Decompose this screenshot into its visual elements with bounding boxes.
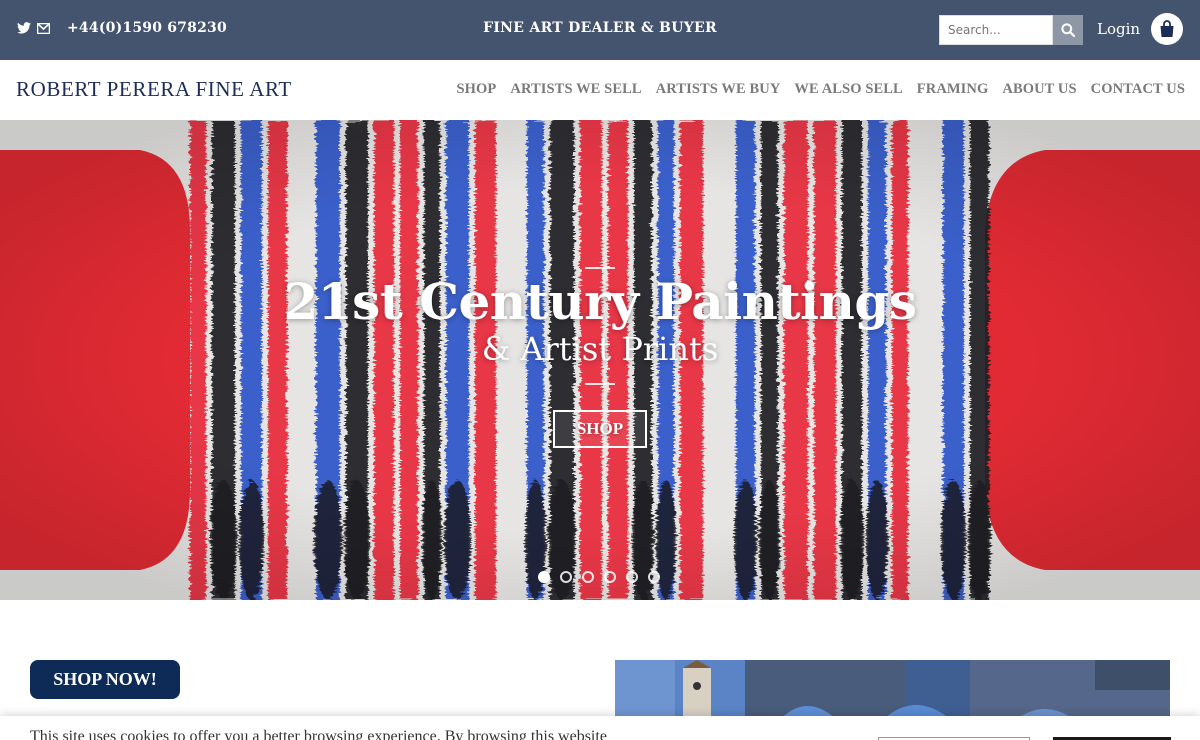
shopping-bag-icon xyxy=(1160,20,1174,37)
cookie-notice: This site uses cookies to offer you a be… xyxy=(0,716,1200,740)
nav-artists-we-buy[interactable]: ARTISTS WE BUY xyxy=(656,81,781,98)
cart-button[interactable] xyxy=(1151,13,1183,45)
nav-artists-we-sell[interactable]: ARTISTS WE SELL xyxy=(510,81,641,98)
slider-dot[interactable] xyxy=(648,571,660,583)
envelope-icon[interactable] xyxy=(37,22,50,34)
main-nav: SHOP ARTISTS WE SELL ARTISTS WE BUY WE A… xyxy=(456,81,1185,98)
nav-framing[interactable]: FRAMING xyxy=(917,81,989,98)
slider-dot[interactable] xyxy=(582,571,594,583)
hero-subtitle: & Artist Prints xyxy=(481,330,719,368)
slider-dot[interactable] xyxy=(604,571,616,583)
phone-number[interactable]: +44(0)1590 678230 xyxy=(67,20,227,36)
top-bar: +44(0)1590 678230 FINE ART DEALER & BUYE… xyxy=(0,0,1200,60)
slider-dot[interactable] xyxy=(538,571,550,583)
main-header: ROBERT PERERA FINE ART SHOP ARTISTS WE S… xyxy=(0,60,1200,120)
login-link[interactable]: Login xyxy=(1097,20,1140,38)
twitter-icon[interactable] xyxy=(17,22,31,34)
title-divider-bottom xyxy=(585,383,615,385)
slider-dot[interactable] xyxy=(560,571,572,583)
site-logo[interactable]: ROBERT PERERA FINE ART xyxy=(16,77,292,102)
nav-we-also-sell[interactable]: WE ALSO SELL xyxy=(794,81,902,98)
hero-title: 21st Century Paintings xyxy=(283,272,918,331)
slider-dots xyxy=(538,571,660,583)
search-button[interactable] xyxy=(1053,15,1083,45)
cookie-text: This site uses cookies to offer you a be… xyxy=(30,728,607,740)
nav-about-us[interactable]: ABOUT US xyxy=(1002,81,1076,98)
search-input[interactable] xyxy=(939,15,1053,45)
search-icon xyxy=(1061,23,1075,37)
nav-shop[interactable]: SHOP xyxy=(456,81,496,98)
slider-dot[interactable] xyxy=(626,571,638,583)
hero-shop-button[interactable]: SHOP xyxy=(553,410,647,448)
social-links xyxy=(17,22,50,34)
nav-contact-us[interactable]: CONTACT US xyxy=(1091,81,1185,98)
hero-slider: 21st Century Paintings & Artist Prints S… xyxy=(0,120,1200,600)
shop-now-button[interactable]: SHOP NOW! xyxy=(30,660,180,699)
title-divider-top xyxy=(585,267,615,269)
